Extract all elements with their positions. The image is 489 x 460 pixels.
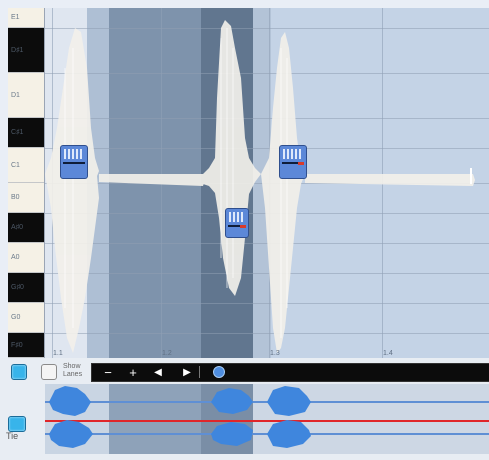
show-lanes-checkbox[interactable] [41,364,57,380]
lanes-panel: Tie [0,384,489,460]
note-pitch-stripes [283,149,303,159]
transport-bar: Show Lanes − + ◀ ▶ [0,358,489,384]
note-pitch-tip [298,162,304,165]
zoom-control-bar: − + ◀ ▶ [91,363,489,382]
piano-key-d-sharp-1[interactable]: D♯1 [8,28,44,73]
ruler-marker: 1.2 [162,350,172,357]
piano-key-a0[interactable]: A0 [8,243,44,273]
piano-key-b0[interactable]: B0 [8,183,44,213]
note-grid[interactable]: 1.1 1.2 1.3 1.4 [45,8,489,358]
key-label: B0 [11,194,20,201]
audio-waveform [45,20,475,353]
piano-key-d1[interactable]: D1 [8,73,44,118]
key-label: G0 [11,314,21,321]
scroll-right-button[interactable]: ▶ [179,365,195,380]
key-label: C♯1 [11,129,24,136]
zoom-out-button[interactable]: − [100,365,116,380]
lane-waveform [45,386,489,448]
scroll-left-button[interactable]: ◀ [150,365,166,380]
piano-key-c1[interactable]: C1 [8,148,44,183]
divider [199,366,200,378]
tie-label: Tie [6,431,19,441]
ruler-marker: 1.4 [383,350,393,357]
ruler-marker: 1.3 [270,350,280,357]
piano-key-c-sharp-1[interactable]: C♯1 [8,118,44,148]
lane-area[interactable] [45,384,489,454]
key-label: G♯0 [11,284,24,291]
key-label: A♯0 [11,224,24,231]
key-label: D1 [11,91,20,99]
pitch-editor-window: E1 D♯1 D1 C♯1 C1 B0 A♯0 A0 G♯0 G0 F♯0 1.… [0,0,489,460]
key-label: D♯1 [11,46,24,54]
piano-key-e1[interactable]: E1 [8,8,44,28]
piano-key-f-sharp-0[interactable]: F♯0 [8,333,44,358]
note-blob-c1-second[interactable] [279,145,307,179]
scroll-position-knob[interactable] [213,366,225,378]
note-pitch-stripes [229,212,245,222]
show-lanes-label-line1: Show [63,363,81,370]
zoom-in-button[interactable]: + [125,365,141,380]
piano-key-g0[interactable]: G0 [8,303,44,333]
key-label: E1 [11,14,20,21]
key-label: C1 [11,161,20,169]
note-blob-a-sharp-0[interactable] [225,208,249,238]
piano-keyboard: E1 D♯1 D1 C♯1 C1 B0 A♯0 A0 G♯0 G0 F♯0 [8,8,45,358]
note-pitch-bar [63,162,85,164]
piano-key-a-sharp-0[interactable]: A♯0 [8,213,44,243]
note-blob-c1[interactable] [60,145,88,179]
key-label: F♯0 [11,341,23,349]
note-pitch-stripes [64,149,84,159]
tie-toggle-button[interactable] [8,416,26,432]
piano-key-g-sharp-0[interactable]: G♯0 [8,273,44,303]
ruler-marker: 1.1 [53,350,63,357]
key-label: A0 [11,254,20,261]
mode-toggle-button[interactable] [11,364,27,380]
note-pitch-tip [240,225,246,228]
show-lanes-label-line2: Lanes [63,371,83,378]
show-lanes-label: Show Lanes [63,363,82,379]
